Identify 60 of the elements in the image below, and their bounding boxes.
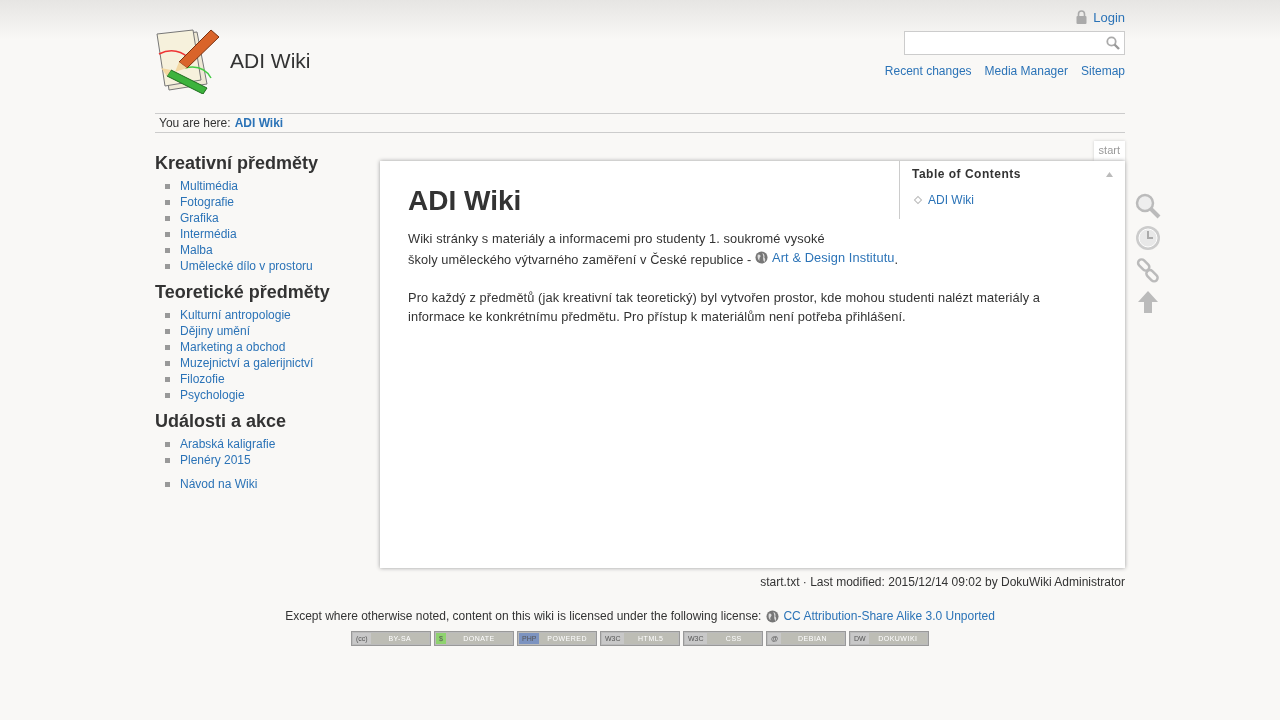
sidebar-link[interactable]: Malba [180, 242, 213, 258]
external-link[interactable]: Art & Design Institutu [755, 248, 895, 267]
sidebar-link[interactable]: Psychologie [180, 387, 245, 403]
page-heading: ADI Wiki [408, 185, 522, 217]
sidebar-link[interactable]: Intermédia [180, 226, 237, 242]
sidebar-link[interactable]: Dějiny umění [180, 323, 251, 339]
arrow-up-icon[interactable] [1135, 289, 1161, 315]
paragraph: Pro každý z předmětů (jak kreativní tak teoretický) byl vytvořen prostor, kde mohou studenti nalézt materiály a informace ke konkrétnímu předmětu. Pro přístup k materiálům není potřeba přihlášení. [408, 289, 1042, 326]
sidebar-link[interactable]: Kulturní antropologie [180, 307, 291, 323]
bullet-icon [165, 328, 170, 334]
breadcrumb-link[interactable]: ADI Wiki [234, 116, 284, 130]
bullet-icon [165, 247, 170, 253]
bullet-icon [165, 376, 170, 382]
sidebar-link[interactable]: Plenéry 2015 [180, 452, 251, 468]
bullet-icon [165, 441, 170, 447]
chain-link-icon[interactable] [1135, 257, 1161, 283]
sidebar-link[interactable]: Umělecké dílo v prostoru [180, 258, 313, 274]
search-field[interactable] [904, 31, 1125, 55]
document-info: start.txt · Last modified: 2015/12/14 09:02 by DokuWiki Administrator [760, 575, 1125, 589]
clock-icon[interactable] [1135, 225, 1161, 251]
bullet-icon [165, 231, 170, 237]
toc-title: Table of Contents [912, 167, 1021, 181]
site-tool-link[interactable]: Sitemap [1080, 64, 1125, 78]
bullet-icon [165, 183, 170, 189]
globe-icon [755, 251, 769, 264]
bullet-icon [165, 481, 170, 487]
license-link[interactable]: CC Attribution-Share Alike 3.0 Unported [766, 609, 995, 623]
site-title[interactable]: ADI Wiki [230, 49, 311, 73]
bullet-icon [165, 344, 170, 350]
bullet-icon [165, 312, 170, 318]
logo-drawing[interactable] [155, 28, 221, 94]
sidebar-link[interactable]: Filozofie [180, 371, 225, 387]
search-icon[interactable] [1135, 193, 1161, 219]
bullet-icon [165, 392, 170, 398]
collapse-icon[interactable] [1106, 171, 1113, 177]
sidebar-link[interactable]: Grafika [180, 210, 219, 226]
sidebar-link[interactable]: Fotografie [180, 194, 235, 210]
sidebar-link[interactable]: Muzejnictví a galerijnictví [180, 355, 314, 371]
bullet-icon [165, 360, 170, 366]
bullet-icon [165, 215, 170, 221]
search-icon[interactable] [1106, 36, 1120, 50]
sidebar-link[interactable]: Arabská kaligrafie [180, 436, 276, 452]
sidebar-link[interactable]: Multimédia [180, 178, 239, 194]
sidebar-heading: Kreativní předměty [155, 153, 320, 174]
lock-icon [1076, 10, 1088, 24]
site-tool-link[interactable]: Media Manager [984, 64, 1068, 78]
bullet-icon [165, 263, 170, 269]
sidebar-link[interactable]: Marketing a obchod [180, 339, 286, 355]
login-link[interactable]: Login [1093, 9, 1125, 25]
bullet-icon [165, 199, 170, 205]
license-text: Except where otherwise noted, content on this wiki is licensed under the following license: [285, 609, 762, 623]
globe-icon [766, 609, 780, 623]
site-tool-link[interactable]: Recent changes [884, 64, 972, 78]
paragraph: Wiki stránky s materiály a informacemi pro studenty 1. soukromé vysoké školy uměleckého výtvarného zaměření v České republice - Art & Design Institutu. [408, 230, 900, 269]
sidebar-heading: Události a akce [155, 411, 288, 432]
bullet-icon [165, 457, 170, 463]
breadcrumb-label: You are here: [159, 116, 231, 130]
sidebar-heading: Teoretické předměty [155, 282, 331, 303]
toc-link[interactable]: ADI Wiki [928, 193, 974, 207]
sidebar-link[interactable]: Návod na Wiki [180, 476, 258, 492]
